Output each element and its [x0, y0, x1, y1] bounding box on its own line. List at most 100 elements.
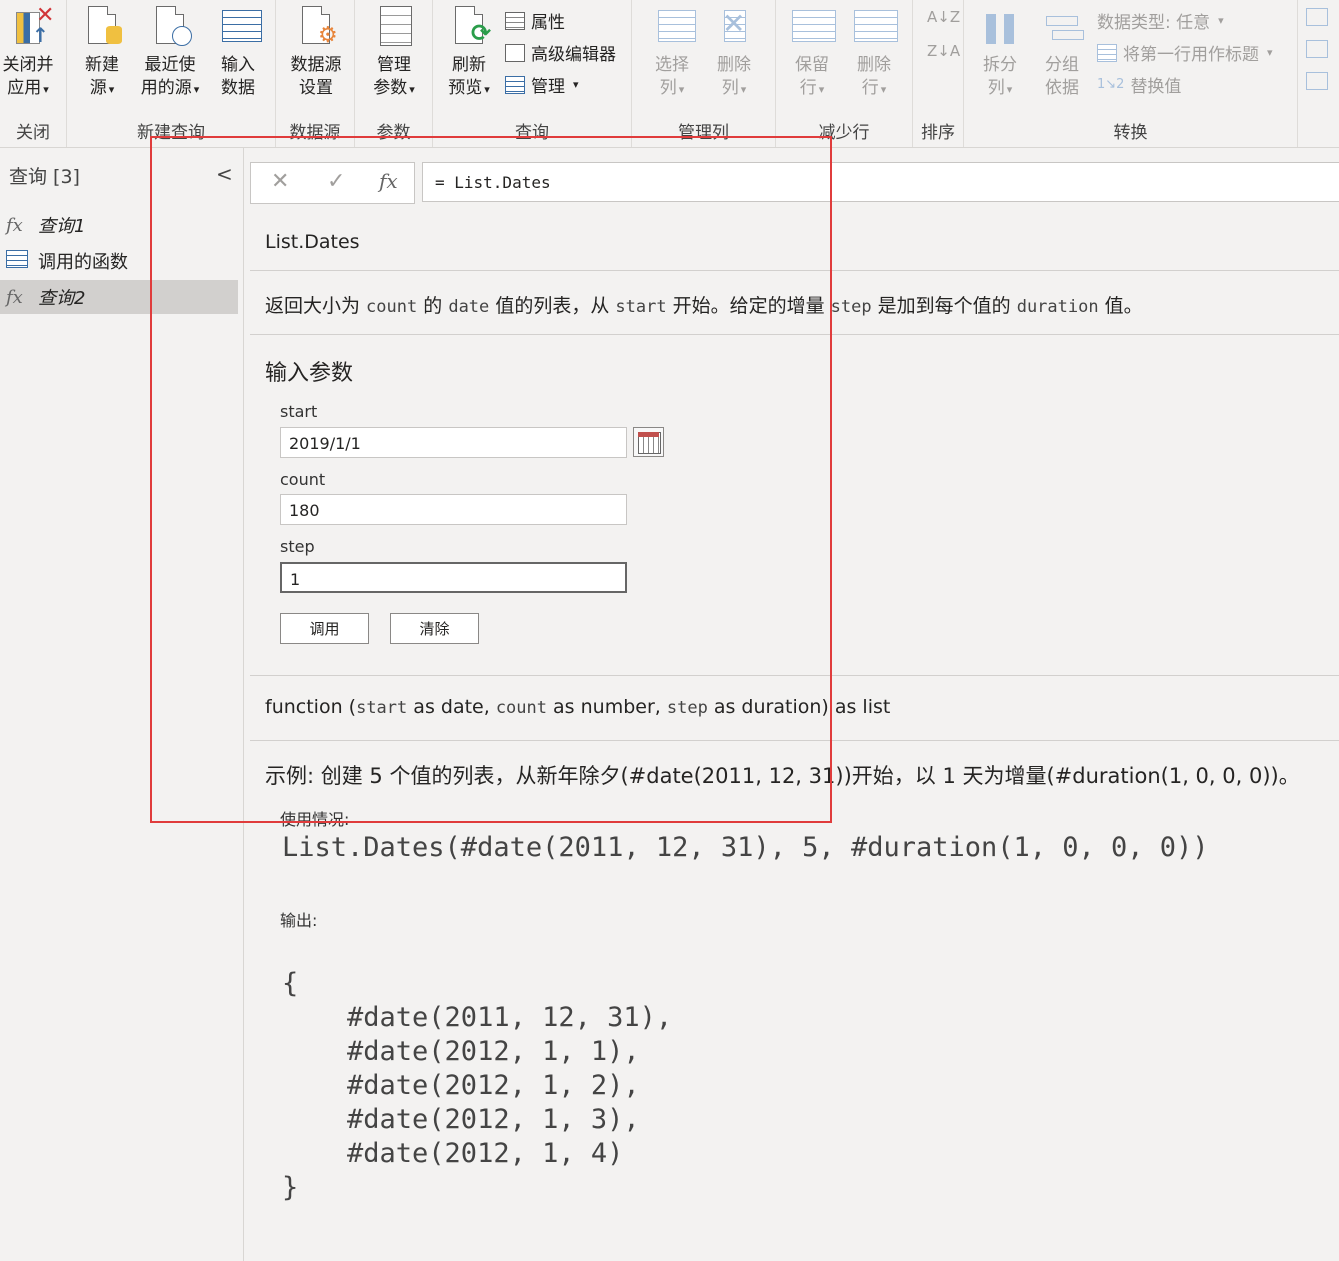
group-label-2: 依据 — [1045, 78, 1079, 98]
chevron-down-icon: ▾ — [1267, 46, 1273, 59]
chevron-down-icon: ▾ — [1006, 83, 1013, 96]
formula-input[interactable]: = List.Dates — [422, 162, 1339, 202]
properties-button[interactable]: 属性 — [505, 8, 565, 33]
table-icon — [6, 249, 32, 273]
new-source-icon — [84, 6, 122, 46]
refresh-preview-button[interactable]: ⟳ 刷新 预览 ▾ — [439, 6, 499, 101]
start-input[interactable]: 2019/1/1 — [280, 427, 627, 458]
manage-params-label-2: 参数 — [373, 78, 408, 98]
properties-label: 属性 — [531, 13, 565, 33]
new-source-label-1: 新建 — [85, 55, 119, 75]
sig-code: step — [666, 698, 708, 718]
function-description: 返回大小为 count 的 date 值的列表，从 start 开始。给定的增量… — [265, 291, 1143, 318]
recent-sources-label-1: 最近使 — [144, 55, 196, 75]
group-data-source: ⚙ 数据源 设置 数据源 — [276, 0, 355, 147]
group-query: ⟳ 刷新 预览 ▾ 属性 高级编辑器 管理 ▾ 查询 — [433, 0, 632, 147]
split-column-icon — [982, 6, 1018, 46]
group-transform: 拆分 列 ▾ 分组 依据 数据类型: 任意 ▾ 将第一行用作标题 ▾ 1↘2 替换值 … — [964, 0, 1298, 147]
sort-ascending-icon: A↓Z — [927, 8, 961, 26]
check-icon[interactable]: ✓ — [327, 169, 345, 194]
replace-values-icon: 1↘2 — [1097, 77, 1125, 92]
choose-cols-label-2: 列 — [659, 78, 677, 98]
group-label-manage-cols: 管理列 — [678, 123, 729, 143]
replace-values-button[interactable]: 1↘2 替换值 — [1097, 72, 1181, 97]
choose-columns-button[interactable]: 选择 列 ▾ — [644, 6, 700, 101]
output-line: #date(2011, 12, 31), — [282, 1002, 673, 1033]
remove-cols-label-1: 删除 — [717, 55, 751, 75]
keep-rows-icon — [792, 6, 836, 46]
query-item-3[interactable]: fx 查询2 — [0, 280, 238, 314]
split-column-button[interactable]: 拆分 列 ▾ — [972, 6, 1028, 101]
desc-text: 值。 — [1098, 295, 1143, 317]
fx-icon[interactable]: fx — [379, 169, 398, 193]
close-apply-label-2: 应用 — [7, 78, 42, 98]
advanced-editor-button[interactable]: 高级编辑器 — [505, 40, 616, 65]
recent-sources-button[interactable]: 最近使 用的源 ▾ — [135, 6, 205, 101]
manage-button[interactable]: 管理 ▾ — [505, 72, 579, 97]
close-apply-label-1: 关闭并 — [2, 55, 54, 75]
count-input[interactable]: 180 — [280, 494, 627, 525]
query-item-label: 调用的函数 — [38, 252, 128, 273]
output-label: 输出: — [280, 911, 318, 930]
collapse-chevron-icon[interactable]: < — [216, 162, 233, 186]
first-row-header-button[interactable]: 将第一行用作标题 ▾ — [1097, 40, 1273, 65]
new-source-button[interactable]: 新建 源 ▾ — [77, 6, 127, 101]
group-sort: A↓Z Z↓A 排序 — [913, 0, 964, 147]
queries-pane: 查询 [3] < fx 查询1 调用的函数 fx 查询2 — [0, 148, 244, 1261]
keep-rows-button[interactable]: 保留 行 ▾ — [784, 6, 840, 101]
sort-ascending-button[interactable]: A↓Z — [927, 8, 960, 26]
data-source-settings-button[interactable]: ⚙ 数据源 设置 — [284, 6, 348, 100]
desc-code: start — [615, 297, 667, 317]
chevron-down-icon: ▾ — [740, 83, 747, 96]
enter-data-button[interactable]: 输入 数据 — [213, 6, 263, 100]
group-label-sort: 排序 — [921, 123, 955, 143]
calendar-icon[interactable] — [633, 427, 664, 457]
desc-text: 返回大小为 — [265, 295, 367, 317]
query-item-2[interactable]: 调用的函数 — [0, 244, 238, 278]
invoke-button[interactable]: 调用 — [280, 613, 369, 644]
data-type-dropdown[interactable]: 数据类型: 任意 ▾ — [1097, 8, 1224, 33]
fx-icon: fx — [6, 286, 23, 308]
step-input[interactable]: 1 — [280, 562, 627, 593]
count-label: count — [280, 470, 326, 489]
divider — [250, 270, 1339, 271]
ribbon: ✕ ↑ 关闭并 应用 ▾ 关闭 新建 源 ▾ 最近使 用的源 ▾ 输入 数据 新建查询… — [0, 0, 1339, 148]
output-line: #date(2012, 1, 2), — [282, 1070, 640, 1101]
divider — [250, 675, 1339, 676]
refresh-label-1: 刷新 — [452, 55, 486, 75]
table-icon — [220, 6, 262, 46]
group-by-icon — [1044, 6, 1084, 46]
keep-rows-label-2: 行 — [799, 78, 817, 98]
remove-columns-button[interactable]: ✕ 删除 列 ▾ — [706, 6, 762, 101]
keep-rows-label-1: 保留 — [795, 55, 829, 75]
remove-rows-button[interactable]: 删除 行 ▾ — [846, 6, 902, 101]
recent-sources-label-2: 用的源 — [140, 78, 192, 98]
divider — [250, 740, 1339, 741]
close-apply-button[interactable]: ✕ ↑ 关闭并 应用 ▾ — [0, 4, 56, 101]
table-icon — [505, 75, 525, 94]
divider — [250, 334, 1339, 335]
start-label: start — [280, 402, 318, 421]
group-label-params: 参数 — [376, 123, 411, 143]
group-by-button[interactable]: 分组 依据 — [1034, 6, 1090, 100]
cancel-icon[interactable]: ✕ — [271, 169, 289, 194]
desc-code: step — [830, 297, 872, 317]
params-icon — [376, 6, 412, 46]
advanced-editor-label: 高级编辑器 — [531, 45, 616, 65]
clear-button[interactable]: 清除 — [390, 613, 479, 644]
desc-text: 开始。给定的增量 — [666, 295, 831, 317]
sort-descending-button[interactable]: Z↓A — [927, 42, 960, 60]
query-item-1[interactable]: fx 查询1 — [0, 208, 238, 242]
desc-code: duration — [1016, 297, 1099, 317]
output-line: } — [282, 1172, 299, 1203]
sig-code: start — [356, 698, 408, 718]
manage-params-button[interactable]: 管理 参数 ▾ — [363, 6, 425, 101]
sig-text: function ( — [265, 696, 357, 718]
first-row-header-label: 将第一行用作标题 — [1123, 45, 1259, 65]
refresh-icon: ⟳ — [451, 6, 491, 46]
group-label-reduce-rows: 减少行 — [818, 123, 870, 143]
manage-label: 管理 — [531, 77, 565, 97]
formula-bar-buttons: ✕ ✓ fx — [250, 162, 415, 204]
remove-columns-icon: ✕ — [722, 7, 746, 42]
group-label-query: 查询 — [515, 123, 549, 143]
